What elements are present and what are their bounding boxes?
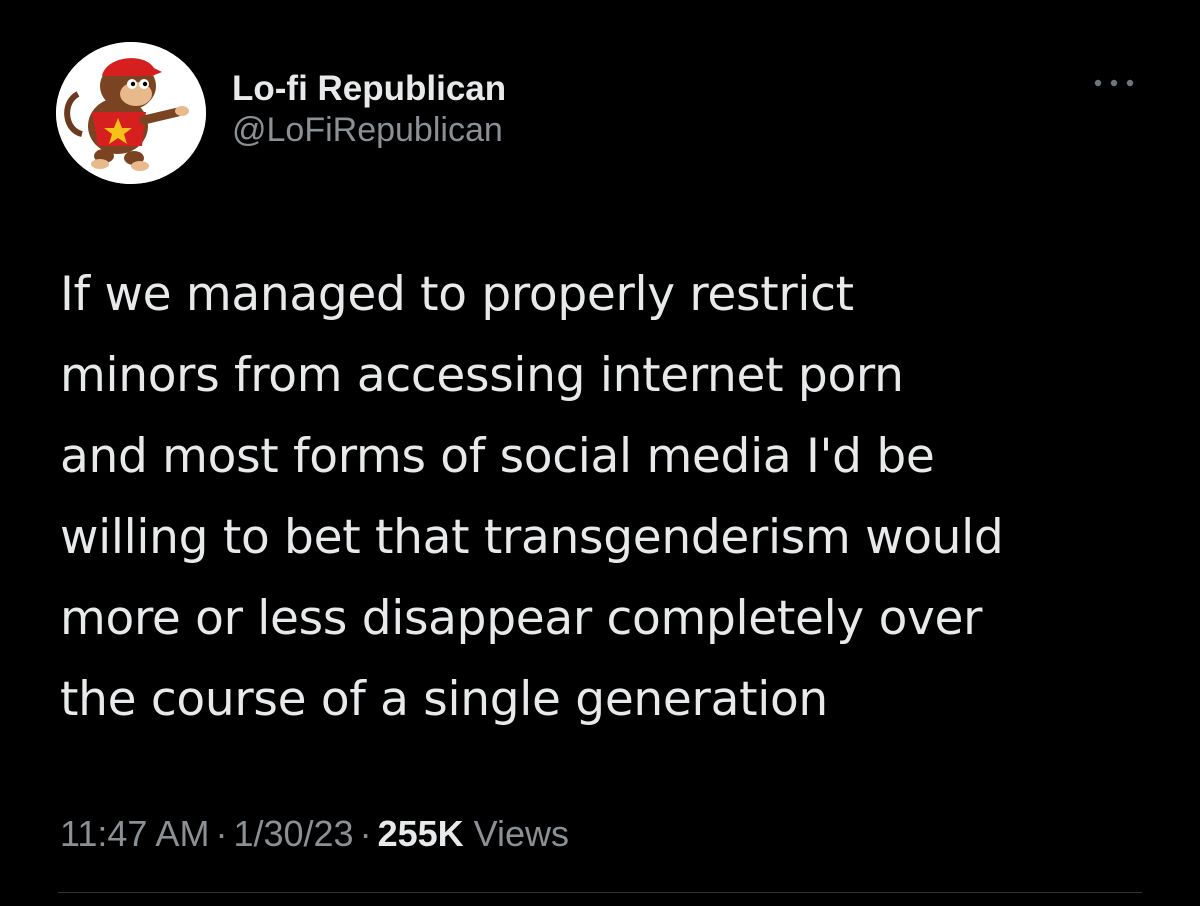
tweet-text-line: willing to bet that transgenderism would (60, 510, 1004, 565)
divider (58, 892, 1142, 893)
tweet-header: Lo-fi Republican @LoFiRepublican (56, 42, 1146, 184)
tweet-metadata: 11:47 AM · 1/30/23 · 255K Views (60, 810, 569, 858)
avatar-monkey-character-icon (56, 42, 206, 184)
tweet-card: Lo-fi Republican @LoFiRepublican If we m… (0, 0, 1200, 906)
author-names: Lo-fi Republican @LoFiRepublican (232, 68, 506, 150)
tweet-time[interactable]: 11:47 AM (60, 813, 209, 854)
display-name[interactable]: Lo-fi Republican (232, 68, 506, 110)
views-label: Views (473, 813, 570, 854)
tweet-text-line: If we managed to properly restrict (60, 267, 854, 322)
tweet-text-line: minors from accessing internet porn (60, 348, 904, 403)
tweet-text-line: and most forms of social media I'd be (60, 429, 935, 484)
tweet-text-line: more or less disappear completely over (60, 591, 983, 646)
more-options-button[interactable] (1086, 68, 1142, 98)
tweet-date[interactable]: 1/30/23 (233, 813, 353, 854)
tweet-text-line: the course of a single generation (60, 672, 828, 727)
user-handle[interactable]: @LoFiRepublican (232, 110, 506, 150)
meta-separator: · (215, 813, 228, 854)
views-count[interactable]: 255K (378, 813, 464, 854)
tweet-text: If we managed to properly restrict minor… (60, 254, 1160, 740)
avatar[interactable] (56, 42, 206, 184)
meta-separator: · (359, 813, 372, 854)
more-options-dots-icon (1094, 79, 1134, 87)
